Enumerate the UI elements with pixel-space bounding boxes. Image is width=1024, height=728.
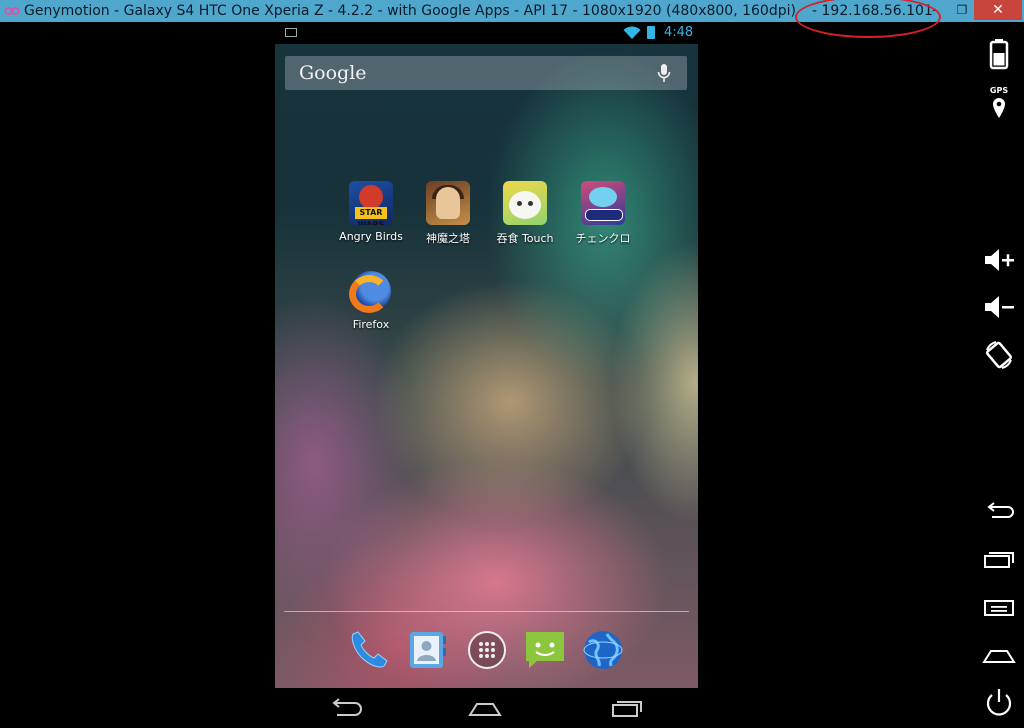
home-button[interactable] [982, 638, 1016, 672]
google-logo: Google [299, 62, 367, 84]
recent-apps-button[interactable] [982, 542, 1016, 576]
power-button[interactable] [982, 686, 1016, 720]
rotate-icon [986, 341, 1012, 369]
battery-icon [989, 39, 1009, 70]
power-icon [986, 689, 1012, 716]
restore-button[interactable]: ❐ [952, 0, 972, 20]
back-button[interactable] [982, 494, 1016, 528]
volume-down-icon [985, 296, 1014, 318]
browser-globe-icon[interactable] [581, 628, 625, 672]
google-search-bar[interactable]: Google [285, 56, 687, 90]
nav-home-icon[interactable] [465, 696, 505, 720]
app-firefox[interactable]: Firefox [332, 269, 410, 331]
genymotion-control-panel: GPS [974, 22, 1024, 728]
app-label: 吞食 Touch [496, 232, 554, 245]
rotate-screen-button[interactable] [982, 338, 1016, 372]
firefox-icon [349, 269, 393, 313]
app-tower-of-saviors[interactable]: 神魔之塔 [409, 181, 487, 246]
chain-chronicle-icon [581, 181, 625, 225]
close-button[interactable]: ✕ [974, 0, 1022, 20]
nav-back-icon[interactable] [325, 696, 365, 720]
wifi-icon [623, 26, 641, 39]
android-home-screen[interactable]: 4:48 Google STAR WARS Angry Birds 神魔之塔 吞… [275, 22, 698, 688]
angry-birds-icon: STAR WARS [349, 181, 393, 225]
tower-of-saviors-icon [426, 181, 470, 225]
app-label: 神魔之塔 [426, 232, 470, 245]
ip-highlight-annotation [795, 0, 941, 38]
recent-apps-icon [984, 552, 1014, 568]
gps-widget-button[interactable]: GPS [982, 86, 1016, 120]
contacts-icon[interactable] [405, 628, 449, 672]
genymotion-logo-icon [4, 6, 20, 16]
microphone-icon[interactable] [657, 63, 671, 85]
gps-label: GPS [989, 86, 1009, 95]
dock-divider [284, 611, 689, 612]
menu-icon [984, 600, 1014, 616]
notification-screenshot-icon [285, 28, 297, 37]
app-angry-birds[interactable]: STAR WARS Angry Birds [332, 181, 410, 243]
app-drawer-icon[interactable] [465, 628, 509, 672]
android-navigation-bar [275, 688, 698, 728]
window-title: Genymotion - Galaxy S4 HTC One Xperia Z … [24, 3, 796, 19]
phone-icon[interactable] [347, 628, 391, 672]
home-icon [982, 650, 1016, 663]
menu-button[interactable] [982, 590, 1016, 624]
nav-recent-apps-icon[interactable] [607, 696, 647, 720]
battery-widget-button[interactable] [982, 36, 1016, 70]
volume-up-button[interactable] [982, 243, 1016, 277]
app-label: チェンクロ [575, 232, 631, 245]
volume-up-icon [985, 249, 1014, 271]
volume-down-button[interactable] [982, 290, 1016, 324]
status-bar: 4:48 [275, 22, 698, 44]
battery-icon [647, 26, 655, 39]
app-chain-chronicle[interactable]: チェンクロ [564, 181, 642, 246]
app-label: Angry Birds [339, 230, 403, 243]
app-tunshi-touch[interactable]: 吞食 Touch [486, 181, 564, 246]
back-icon [987, 502, 1014, 518]
app-label: Firefox [352, 318, 390, 331]
tunshi-touch-icon [503, 181, 547, 225]
messaging-icon[interactable] [523, 628, 567, 672]
status-time: 4:48 [664, 25, 694, 40]
